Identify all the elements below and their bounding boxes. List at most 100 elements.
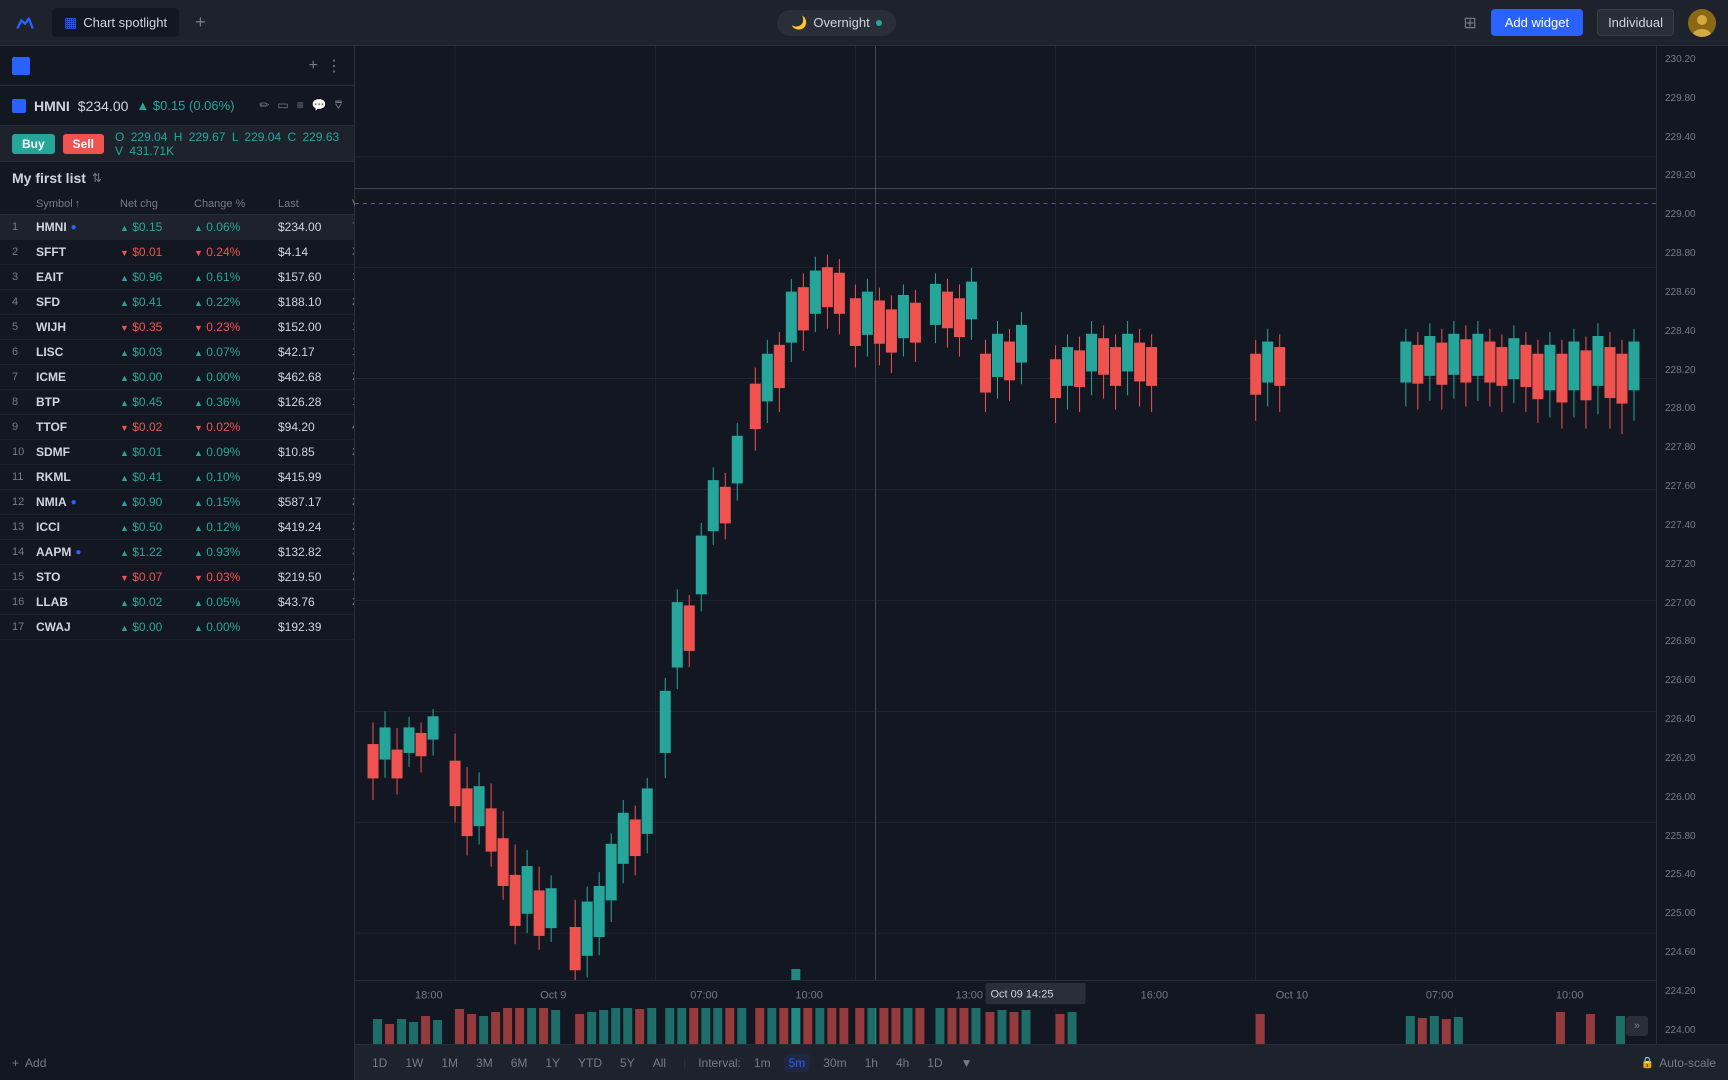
row-number: 1 (12, 221, 32, 233)
svg-text:Oct 09 14:25: Oct 09 14:25 (990, 989, 1053, 1001)
row-number: 11 (12, 471, 32, 483)
volume: 2,9X (352, 296, 354, 308)
table-row[interactable]: 4 SFD● ▲ $0.41 ▲ 0.22% $188.10 2,9X (0, 290, 354, 315)
add-symbol-row[interactable]: + Add (0, 1046, 354, 1080)
period-all[interactable]: All (648, 1054, 671, 1072)
price-level: 229.80 (1661, 93, 1724, 104)
table-row[interactable]: 9 TTOF● ▼ $0.02 ▼ 0.02% $94.20 4X (0, 415, 354, 440)
table-row[interactable]: 3 EAIT● ▲ $0.96 ▲ 0.61% $157.60 10,2X (0, 265, 354, 290)
period-1m[interactable]: 1M (436, 1054, 463, 1072)
table-row[interactable]: 11 RKML● ▲ $0.41 ▲ 0.10% $415.99 (0, 465, 354, 490)
row-number: 15 (12, 571, 32, 583)
rectangle-icon[interactable]: ▭ (277, 98, 288, 113)
table-row[interactable]: 16 LLAB● ▲ $0.02 ▲ 0.05% $43.76 2X (0, 590, 354, 615)
price-level: 226.20 (1661, 753, 1724, 764)
c-label: C (287, 130, 296, 144)
period-1d[interactable]: 1D (367, 1054, 392, 1072)
period-6m[interactable]: 6M (506, 1054, 533, 1072)
col-symbol[interactable]: Symbol ↑ (36, 198, 116, 210)
row-number: 12 (12, 496, 32, 508)
add-widget-button[interactable]: Add widget (1491, 9, 1583, 36)
table-row[interactable]: 10 SDMF● ▲ $0.01 ▲ 0.09% $10.85 2,5X (0, 440, 354, 465)
sell-button[interactable]: Sell (63, 134, 104, 154)
net-change: ▲ $0.41 (120, 295, 190, 309)
net-change: ▲ $0.01 (120, 445, 190, 459)
volume: 1X (352, 396, 354, 408)
add-symbol-icon[interactable]: + (309, 57, 318, 75)
col-net-chg[interactable]: Net chg (120, 198, 190, 210)
expand-button[interactable]: » (1626, 1016, 1648, 1036)
net-change: ▲ $0.00 (120, 370, 190, 384)
layout-icon[interactable]: ⊞ (1463, 13, 1476, 33)
table-row[interactable]: 5 WIJH● ▼ $0.35 ▼ 0.23% $152.00 1,3X (0, 315, 354, 340)
svg-text:Oct 10: Oct 10 (1276, 990, 1308, 1002)
price-level: 226.40 (1661, 714, 1724, 725)
price-level: 227.00 (1661, 598, 1724, 609)
individual-select[interactable]: Individual (1597, 9, 1674, 36)
volume: 10,2X (352, 271, 354, 283)
chart-spotlight-tab[interactable]: ▦ Chart spotlight (52, 8, 179, 37)
table-row[interactable]: 17 CWAJ● ▲ $0.00 ▲ 0.00% $192.39 (0, 615, 354, 640)
table-row[interactable]: 2 SFFT● ▼ $0.01 ▼ 0.24% $4.14 X (0, 240, 354, 265)
h-value: 229.67 (189, 130, 226, 144)
symbol-change: ▲ $0.15 (0.06%) (136, 98, 234, 113)
table-row[interactable]: 6 LISC● ▲ $0.03 ▲ 0.07% $42.17 1X (0, 340, 354, 365)
add-tab-button[interactable]: + (191, 8, 210, 37)
table-row[interactable]: 13 ICCI● ▲ $0.50 ▲ 0.12% $419.24 2,1X (0, 515, 354, 540)
list-dropdown-icon[interactable]: ⇅ (92, 171, 102, 185)
last-price: $94.20 (278, 420, 348, 434)
overnight-badge[interactable]: 🌙 Overnight (777, 10, 896, 36)
auto-scale[interactable]: 🔒 Auto-scale (1641, 1056, 1716, 1070)
price-level: 224.20 (1661, 986, 1724, 997)
row-number: 17 (12, 621, 32, 633)
price-level: 226.60 (1661, 675, 1724, 686)
more-options-icon[interactable]: ⋮ (326, 56, 342, 76)
change-pct: ▲ 0.06% (194, 220, 274, 234)
period-1w[interactable]: 1W (400, 1054, 428, 1072)
user-avatar[interactable] (1688, 9, 1716, 37)
add-row-label: Add (25, 1056, 46, 1070)
col-change-pct[interactable]: Change % (194, 198, 274, 210)
candlestick-chart[interactable]: .candle-up { fill: #26a69a; stroke: #26a… (355, 46, 1656, 1044)
chart-type-icon[interactable]: ⩢ (335, 98, 342, 113)
symbol-cell: LISC● (36, 345, 116, 359)
period-3m[interactable]: 3M (471, 1054, 498, 1072)
buy-button[interactable]: Buy (12, 134, 55, 154)
comment-icon[interactable]: 💬 (312, 98, 327, 113)
price-level: 228.40 (1661, 326, 1724, 337)
row-number: 2 (12, 246, 32, 258)
interval-1m[interactable]: 1m (749, 1054, 776, 1072)
change-pct: ▲ 0.36% (194, 395, 274, 409)
period-ytd[interactable]: YTD (573, 1054, 607, 1072)
table-row[interactable]: 7 ICME● ▲ $0.00 ▲ 0.00% $462.68 X (0, 365, 354, 390)
table-row[interactable]: 15 STO● ▼ $0.07 ▼ 0.03% $219.50 26,4X (0, 565, 354, 590)
chart-canvas[interactable]: .candle-up { fill: #26a69a; stroke: #26a… (355, 46, 1728, 1044)
symbol-cell: WIJH● (36, 320, 116, 334)
ohlc-data: O 229.04 H 229.67 L 229.04 C 229.63 V 43… (112, 130, 342, 158)
interval-30m[interactable]: 30m (818, 1054, 851, 1072)
price-level: 229.00 (1661, 209, 1724, 220)
interval-1h[interactable]: 1h (860, 1054, 883, 1072)
interval-expand[interactable]: ▼ (956, 1054, 978, 1072)
last-price: $188.10 (278, 295, 348, 309)
period-5y[interactable]: 5Y (615, 1054, 640, 1072)
row-number: 5 (12, 321, 32, 333)
interval-5m[interactable]: 5m (784, 1054, 811, 1072)
col-last[interactable]: Last (278, 198, 348, 210)
table-row[interactable]: 12 NMIA● ▲ $0.90 ▲ 0.15% $587.17 2,5X (0, 490, 354, 515)
interval-1d-chart[interactable]: 1D (922, 1054, 947, 1072)
pencil-icon[interactable]: ✏ (259, 98, 269, 113)
table-row[interactable]: 14 AAPM● ▲ $1.22 ▲ 0.93% $132.82 306,7X (0, 540, 354, 565)
align-icon[interactable]: ≡ (297, 98, 304, 113)
period-1y[interactable]: 1Y (540, 1054, 565, 1072)
table-row[interactable]: 1 HMNI● ▲ $0.15 ▲ 0.06% $234.00 7,9X (0, 215, 354, 240)
row-number: 9 (12, 421, 32, 433)
net-change: ▼ $0.02 (120, 420, 190, 434)
price-level: 227.80 (1661, 442, 1724, 453)
interval-4h[interactable]: 4h (891, 1054, 914, 1072)
change-pct: ▲ 0.12% (194, 520, 274, 534)
table-row[interactable]: 8 BTP● ▲ $0.45 ▲ 0.36% $126.28 1X (0, 390, 354, 415)
net-change: ▼ $0.01 (120, 245, 190, 259)
price-level: 225.00 (1661, 908, 1724, 919)
price-level: 228.00 (1661, 403, 1724, 414)
